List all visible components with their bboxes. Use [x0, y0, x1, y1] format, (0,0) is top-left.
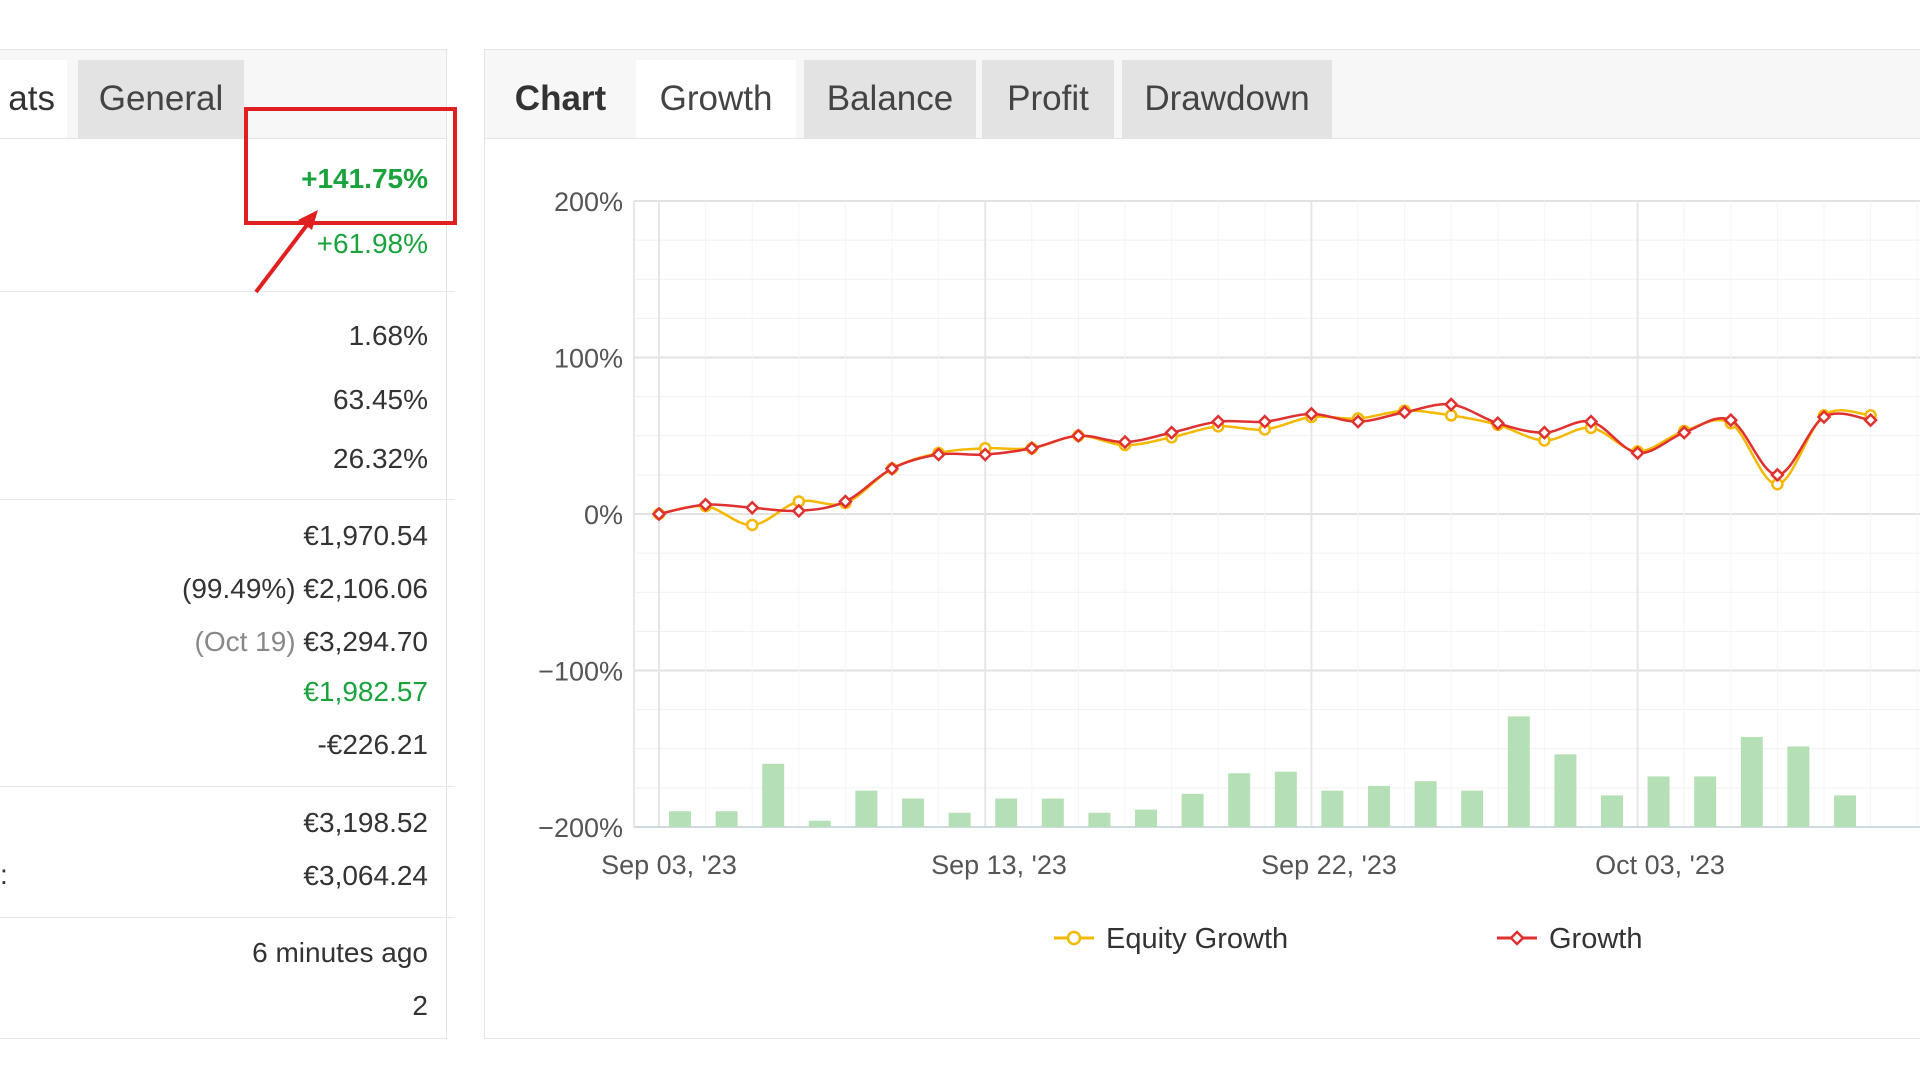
legend-marker-icon [1509, 930, 1525, 946]
volume-bar [1135, 809, 1157, 827]
balance-value: €1,970.54 [303, 520, 428, 551]
volume-bar [1321, 790, 1344, 827]
volume-bar [1368, 785, 1390, 827]
volume-bar [808, 820, 831, 827]
volume-bar [995, 798, 1018, 827]
volume-bar [855, 790, 878, 827]
volume-bar [1601, 795, 1623, 827]
divider [0, 499, 455, 500]
volume-bar [1041, 798, 1064, 827]
tab-chart: Chart [514, 79, 607, 118]
deposits-value: €3,198.52 [303, 807, 428, 838]
withdrawals-value: €3,064.24 [303, 860, 428, 891]
volume-bar [1554, 754, 1577, 827]
updated-value: 6 minutes ago [252, 937, 428, 968]
volume-bar [1694, 776, 1717, 827]
equity-percent: (99.49%) [182, 573, 296, 604]
volume-bar [1507, 716, 1530, 827]
equity-growth-point [745, 518, 759, 532]
volume-bar [669, 811, 691, 827]
tab-drawdown[interactable]: Drawdown [1122, 60, 1332, 138]
tab-balance[interactable]: Balance [804, 60, 976, 138]
y-tick-label: 200% [554, 187, 623, 217]
equity-row: (99.49%) €2,106.06 [182, 573, 428, 605]
highest-value: €3,294.70 [303, 626, 428, 657]
x-tick-label: Oct 03, '23 [1595, 850, 1725, 880]
volume-bar [1181, 793, 1204, 827]
volume-bar [715, 811, 738, 827]
y-tick-label: 0% [584, 500, 623, 530]
equity-growth-point [1444, 409, 1458, 422]
legend-label: Growth [1549, 923, 1642, 955]
volume-bar [762, 763, 785, 827]
growth-point [744, 500, 760, 516]
x-tick-label: Sep 03, '23 [601, 850, 737, 880]
drawdown-value: 26.32% [333, 443, 428, 474]
x-tick-label: Sep 13, '23 [931, 850, 1067, 880]
monthly-value: 63.45% [333, 384, 428, 415]
growth-chart: 200% 100% 0% −100% −200% Sep 03, '23 Sep 13, '… [538, 187, 1920, 955]
volume-bar [1461, 790, 1484, 827]
tracking-value: 2 [412, 990, 428, 1021]
withdrawals-label-fragment: : [0, 859, 8, 890]
legend-label: Equity Growth [1106, 923, 1288, 955]
volume-bar [948, 812, 971, 827]
annotation-arrow [254, 210, 318, 294]
equity-value: €2,106.06 [303, 573, 428, 604]
y-tick-label: 100% [554, 344, 623, 374]
y-tick-label: −100% [538, 657, 623, 687]
tab-profit[interactable]: Profit [982, 60, 1114, 138]
daily-value: 1.68% [348, 320, 428, 351]
volume-bar [1414, 781, 1437, 827]
divider [0, 917, 455, 918]
chart-tab-bar: Chart Growth Balance Profit Drawdown [485, 50, 1920, 139]
volume-bar [1787, 746, 1810, 827]
growth-point [1770, 467, 1785, 483]
volume-bar [1088, 812, 1111, 827]
highest-date: (Oct 19) [194, 626, 296, 657]
legend-marker-icon [1066, 930, 1082, 946]
tab-growth[interactable]: Growth [636, 60, 796, 138]
volume-bar [1274, 771, 1297, 827]
volume-bar [1834, 795, 1856, 827]
volume-bar [1740, 736, 1763, 827]
highest-row: (Oct 19) €3,294.70 [195, 626, 429, 658]
divider [0, 786, 455, 787]
volume-bar [1228, 773, 1251, 827]
volume-bar [902, 798, 924, 827]
growth-point [1443, 397, 1459, 412]
profit-value: €1,982.57 [303, 676, 428, 707]
x-tick-label: Sep 22, '23 [1261, 850, 1397, 880]
volume-bar [1647, 776, 1670, 827]
interest-value: -€226.21 [317, 729, 428, 760]
y-tick-label: −200% [538, 813, 623, 843]
